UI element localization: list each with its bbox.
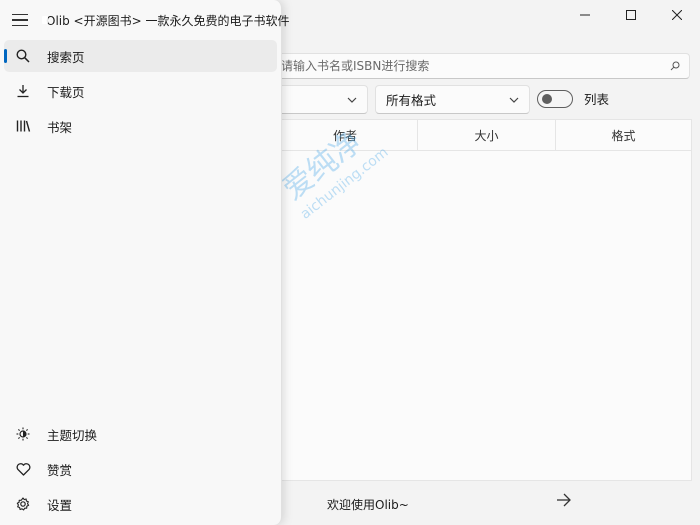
search-icon — [670, 61, 680, 71]
nav-item-theme[interactable]: 主题切换 — [4, 418, 277, 450]
minimize-button[interactable] — [562, 0, 608, 30]
table-header: 作者 大小 格式 — [241, 120, 691, 151]
search-icon — [14, 47, 32, 65]
nav-item-label: 设置 — [47, 497, 73, 513]
list-toggle-label: 列表 — [584, 92, 610, 107]
brightness-icon — [14, 425, 32, 443]
selection-indicator — [4, 49, 7, 63]
hamburger-line — [12, 13, 28, 16]
list-toggle-group: 列表 — [537, 89, 609, 108]
footer-bar: 欢迎使用Olib~ — [282, 482, 700, 525]
title-bar: Olib <开源图书> 一款永久免费的电子书软件 — [0, 0, 289, 40]
close-button[interactable] — [654, 0, 700, 30]
format-dropdown-value: 所有格式 — [386, 93, 437, 108]
toggle-knob — [542, 93, 552, 104]
hamburger-line — [12, 24, 28, 27]
maximize-button[interactable] — [608, 0, 654, 30]
nav-item-label: 赞赏 — [47, 462, 73, 478]
gear-icon — [14, 495, 32, 513]
hamburger-menu-button[interactable] — [12, 13, 28, 27]
app-window: 所有格式 列表 作者 大小 格式 爱纯净 aichunjing.com 欢迎使用… — [0, 0, 700, 525]
search-button[interactable] — [661, 61, 689, 71]
search-input[interactable] — [261, 54, 661, 78]
search-box[interactable] — [260, 53, 690, 79]
bookshelf-icon — [14, 117, 32, 135]
column-header-size[interactable]: 大小 — [417, 120, 555, 150]
nav-item-label: 主题切换 — [47, 427, 98, 443]
nav-item-bookshelf[interactable]: 书架 — [4, 110, 277, 142]
nav-item-label: 书架 — [47, 119, 73, 135]
column-header-format[interactable]: 格式 — [555, 120, 691, 150]
nav-item-search[interactable]: 搜索页 — [4, 40, 277, 72]
nav-item-donate[interactable]: 赞赏 — [4, 453, 277, 485]
arrow-right-icon — [557, 493, 571, 507]
chevron-down-icon — [347, 97, 357, 103]
format-dropdown[interactable]: 所有格式 — [375, 85, 530, 114]
maximize-icon — [626, 10, 636, 20]
results-table: 作者 大小 格式 — [240, 119, 692, 481]
list-toggle-switch[interactable] — [537, 89, 573, 108]
download-icon — [14, 82, 32, 100]
hamburger-line — [12, 19, 28, 21]
nav-item-label: 下载页 — [47, 84, 85, 100]
app-title: Olib <开源图书> 一款永久免费的电子书软件 — [46, 13, 290, 28]
nav-item-label: 搜索页 — [47, 49, 85, 65]
chevron-down-icon — [509, 97, 519, 103]
welcome-message: 欢迎使用Olib~ — [327, 498, 409, 512]
navigation-pane: Olib <开源图书> 一款永久免费的电子书软件 搜索页 下载页 书架 主题切换… — [0, 0, 289, 525]
next-button[interactable] — [556, 493, 572, 510]
caption-buttons — [562, 0, 700, 30]
close-icon — [672, 10, 682, 20]
heart-icon — [14, 460, 32, 478]
nav-item-download[interactable]: 下载页 — [4, 75, 277, 107]
minimize-icon — [580, 14, 590, 16]
nav-item-settings[interactable]: 设置 — [4, 488, 277, 520]
